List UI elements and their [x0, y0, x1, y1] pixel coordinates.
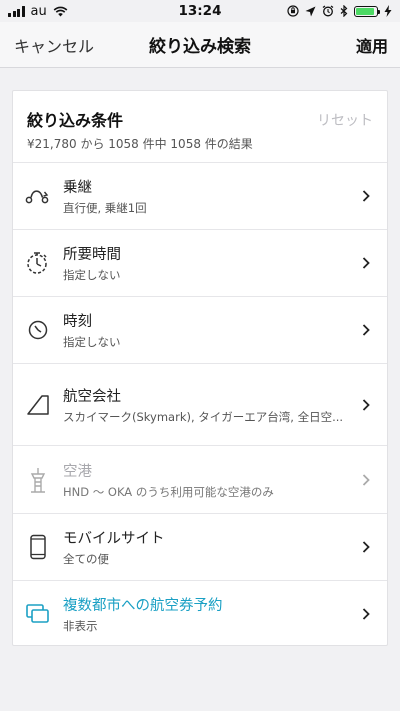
row-title: 複数都市への航空券予約 — [63, 598, 223, 614]
row-text: 乗継 直行便, 乗継1回 — [63, 176, 351, 216]
status-bar: au 13:24 — [0, 0, 400, 22]
chevron-right-icon — [362, 257, 370, 269]
charging-icon — [384, 5, 392, 17]
row-text: 所要時間 指定しない — [63, 243, 351, 283]
row-subtitle: 直行便, 乗継1回 — [63, 201, 147, 215]
status-right — [287, 5, 392, 17]
signal-icon — [8, 5, 25, 17]
row-text: 空港 HND 〜 OKA のうち利用可能な空港のみ — [63, 460, 351, 500]
chevron-right-icon — [362, 398, 370, 411]
nav-bar: キャンセル 絞り込み検索 適用 — [0, 22, 400, 68]
row-subtitle: 全ての便 — [63, 552, 109, 566]
filter-row-time[interactable]: 時刻 指定しない — [13, 297, 387, 364]
row-title: 時刻 — [63, 314, 92, 330]
alarm-icon — [322, 5, 334, 17]
row-text: 航空会社 スカイマーク(Skymark), タイガーエア台湾, 全日空... — [63, 385, 351, 425]
card-header: 絞り込み条件 ¥21,780 から 1058 件中 1058 件の結果 リセット — [13, 91, 387, 163]
row-title: 乗継 — [63, 180, 92, 196]
cancel-button[interactable]: キャンセル — [14, 33, 94, 57]
airport-tower-icon — [25, 467, 51, 493]
chevron-right-icon — [362, 324, 370, 336]
filter-row-duration[interactable]: 所要時間 指定しない — [13, 230, 387, 297]
row-subtitle: HND 〜 OKA のうち利用可能な空港のみ — [63, 484, 274, 499]
row-subtitle: スカイマーク(Skymark), タイガーエア台湾, 全日空... — [63, 409, 344, 424]
row-title: 所要時間 — [63, 247, 121, 263]
multi-city-icon — [25, 601, 51, 627]
filter-row-multi-city[interactable]: 複数都市への航空券予約 非表示 — [13, 581, 387, 647]
bluetooth-icon — [340, 5, 348, 17]
filter-row-airline[interactable]: 航空会社 スカイマーク(Skymark), タイガーエア台湾, 全日空... — [13, 364, 387, 446]
row-title: 空港 — [63, 463, 92, 480]
row-title: 航空会社 — [63, 388, 121, 405]
chevron-right-icon — [362, 608, 370, 620]
connection-icon — [25, 183, 51, 209]
wifi-icon — [53, 6, 68, 16]
filter-card: 絞り込み条件 ¥21,780 から 1058 件中 1058 件の結果 リセット… — [12, 90, 388, 646]
location-icon — [305, 6, 316, 16]
clock-icon — [25, 317, 51, 343]
filter-row-connections[interactable]: 乗継 直行便, 乗継1回 — [13, 163, 387, 230]
row-subtitle: 非表示 — [63, 619, 98, 633]
chevron-right-icon — [362, 473, 370, 486]
rotation-lock-icon — [287, 5, 299, 17]
chevron-right-icon — [362, 541, 370, 553]
stopwatch-icon — [25, 250, 51, 276]
row-text: モバイルサイト 全ての便 — [63, 527, 351, 567]
mobile-phone-icon — [25, 534, 51, 560]
filter-row-airport[interactable]: 空港 HND 〜 OKA のうち利用可能な空港のみ — [13, 446, 387, 514]
row-title: モバイルサイト — [63, 531, 165, 547]
battery-icon — [354, 5, 380, 17]
status-left: au — [8, 4, 68, 19]
results-summary: ¥21,780 から 1058 件中 1058 件の結果 — [27, 137, 253, 151]
row-text: 時刻 指定しない — [63, 310, 351, 350]
airline-tail-icon — [25, 392, 51, 418]
carrier-label: au — [30, 3, 47, 19]
apply-button[interactable]: 適用 — [356, 33, 388, 57]
row-subtitle: 指定しない — [63, 335, 121, 349]
reset-button[interactable]: リセット — [317, 110, 373, 130]
row-text: 複数都市への航空券予約 非表示 — [63, 594, 351, 634]
filter-row-mobile-site[interactable]: モバイルサイト 全ての便 — [13, 514, 387, 581]
chevron-right-icon — [362, 190, 370, 202]
row-subtitle: 指定しない — [63, 268, 121, 282]
